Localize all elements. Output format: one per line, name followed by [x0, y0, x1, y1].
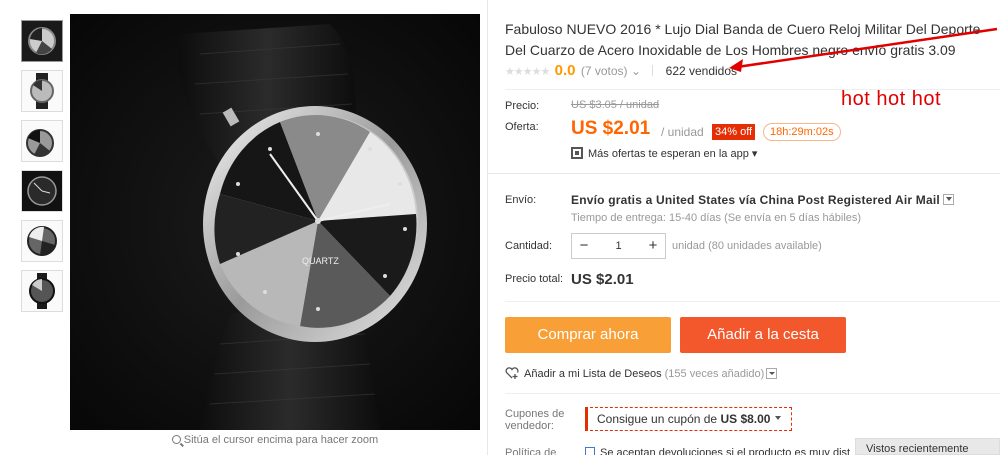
watch-image: QUARTZ: [70, 14, 480, 430]
quantity-increase-button[interactable]: +: [641, 234, 665, 258]
policy-text: Se aceptan devoluciones si el producto e…: [585, 447, 850, 455]
thumbnail-6[interactable]: [21, 270, 63, 312]
votes-caret-icon[interactable]: ⌄: [631, 64, 641, 78]
coupon-button[interactable]: Consigue un cupón de US $8.00: [585, 407, 793, 431]
divider: [652, 65, 654, 76]
quantity-decrease-button[interactable]: −: [572, 234, 596, 258]
rating-value: 0.0: [554, 62, 576, 79]
shipping-method[interactable]: Envío gratis a United States vía China P…: [571, 193, 954, 207]
divider: [505, 393, 1000, 394]
wishlist-dropdown-icon[interactable]: [766, 368, 778, 379]
add-to-cart-button[interactable]: Añadir a la cesta: [680, 317, 846, 353]
wishlist-label: Añadir a mi Lista de Deseos: [524, 368, 662, 380]
wishlist-link[interactable]: Añadir a mi Lista de Deseos (155 veces a…: [505, 367, 778, 380]
shipping-label: Envío:: [505, 194, 537, 206]
zoom-hint: Sitúa el cursor encima para hacer zoom: [70, 434, 480, 446]
quantity-label: Cantidad:: [505, 240, 553, 252]
coupon-label: Cupones de vendedor:: [505, 408, 565, 432]
zoom-hint-text: Sitúa el cursor encima para hacer zoom: [183, 434, 379, 446]
buy-now-button[interactable]: Comprar ahora: [505, 317, 671, 353]
divider: [487, 173, 1000, 174]
thumbnail-3[interactable]: [21, 120, 63, 162]
rating-stars: ★★★★★: [505, 66, 550, 78]
divider: [505, 301, 1000, 302]
annotation-text: hot hot hot: [841, 88, 942, 110]
shipping-dropdown-icon[interactable]: [942, 194, 954, 205]
total-label: Precio total:: [505, 273, 564, 285]
quantity-input[interactable]: [596, 234, 641, 258]
countdown-timer: 18h:29m:02s: [763, 123, 841, 141]
policy-description: Se aceptan devoluciones si el producto e…: [600, 447, 851, 455]
divider: [487, 0, 488, 455]
caret-down-icon: ▾: [751, 148, 758, 160]
quantity-available: unidad (80 unidades available): [672, 240, 822, 252]
annotation-arrow: [729, 27, 998, 72]
watch-brand-text: QUARTZ: [302, 256, 339, 266]
coupon-amount: US $8.00: [720, 412, 771, 426]
total-price: US $2.01: [571, 271, 634, 288]
delivery-time: Tiempo de entrega: 15-40 días (Se envía …: [571, 212, 862, 224]
qr-code-icon: [571, 147, 583, 159]
rating-row: ★★★★★ 0.0 (7 votos) ⌄ 622 vendidos: [505, 62, 737, 79]
wishlist-count: (155 veces añadido): [664, 368, 765, 380]
offer-price: US $2.01: [571, 118, 651, 139]
thumbnail-4[interactable]: [21, 170, 63, 212]
heart-plus-icon: [505, 367, 519, 379]
policy-label: Política de: [505, 447, 557, 455]
discount-badge: 34% off: [712, 124, 756, 140]
price-label: Precio:: [505, 100, 540, 112]
app-offers-text: Más ofertas te esperan en la app: [588, 148, 749, 160]
original-price: US $3.05 / unidad: [571, 99, 660, 111]
offer-label: Oferta:: [505, 121, 539, 133]
shield-check-icon: [585, 447, 595, 455]
votes-link[interactable]: (7 votos): [581, 64, 628, 78]
thumbnail-5[interactable]: [21, 220, 63, 262]
recently-viewed-tab[interactable]: Vistos recientemente: [855, 438, 1000, 455]
quantity-stepper: − +: [571, 233, 666, 259]
thumbnail-list: [21, 20, 63, 320]
thumbnail-2[interactable]: [21, 70, 63, 112]
coupon-text: Consigue un cupón de: [597, 412, 718, 426]
magnifier-icon: [171, 435, 181, 444]
thumbnail-1[interactable]: [21, 20, 63, 62]
main-product-image[interactable]: QUARTZ: [70, 14, 480, 430]
caret-down-icon: [775, 416, 782, 423]
price-unit: / unidad: [661, 125, 704, 139]
shipping-method-text: Envío gratis a United States vía China P…: [571, 193, 940, 207]
app-offers-link[interactable]: Más ofertas te esperan en la app ▾: [571, 147, 757, 160]
